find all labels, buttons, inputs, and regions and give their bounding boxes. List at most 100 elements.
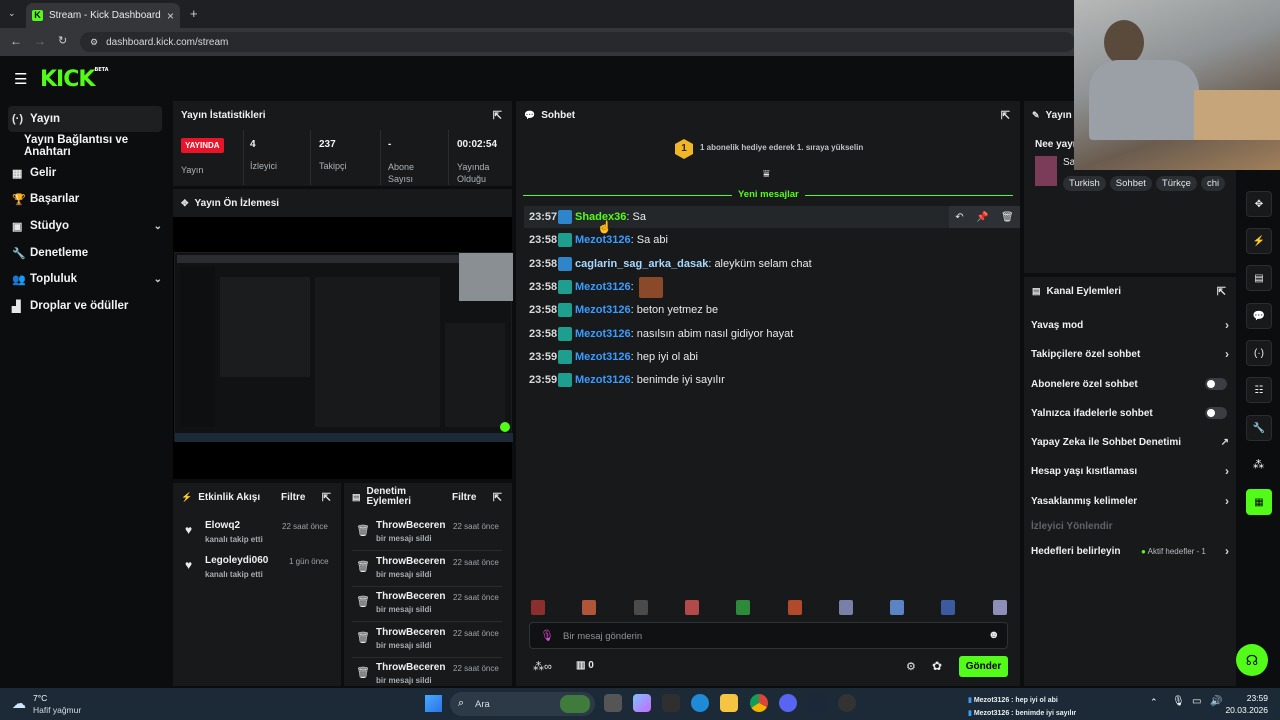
back-icon[interactable]: ← <box>10 34 22 48</box>
chatter-avatar[interactable] <box>531 600 545 615</box>
moderator-name[interactable]: ThrowBeceren <box>376 556 445 567</box>
store-app-icon[interactable] <box>662 694 680 712</box>
tab-close-icon[interactable]: × <box>167 9 174 23</box>
taskbar-search[interactable]: ⌕ Ara <box>450 692 595 716</box>
moderator-name[interactable]: ThrowBeceren <box>376 591 445 602</box>
popout-icon[interactable]: ⇱ <box>1217 285 1226 298</box>
kick-logo[interactable]: KICKBETA <box>40 67 109 92</box>
banned-words-row[interactable]: Yasaklanmış kelimeler › <box>1031 492 1231 510</box>
tag[interactable]: Türkçe <box>1155 176 1197 191</box>
document-icon[interactable]: ▤ <box>1246 265 1272 291</box>
obs-icon[interactable] <box>838 694 856 712</box>
message-username[interactable]: Mezot3126 <box>575 281 631 293</box>
sidebar-item-topluluk[interactable]: 👥 Topluluk ⌄ <box>8 266 162 292</box>
weather-icon[interactable]: ☁ <box>12 695 26 712</box>
weather-temp[interactable]: 7°C <box>33 693 47 703</box>
chat-message[interactable]: 23:58 Mezot3126 : beton yetmez be <box>529 301 718 319</box>
browser-tab[interactable]: K Stream - Kick Dashboard × <box>26 3 180 28</box>
tag[interactable]: Turkish <box>1063 176 1106 191</box>
clock-time[interactable]: 23:59 <box>1228 693 1268 703</box>
network-icon[interactable]: ▭ <box>1192 696 1201 707</box>
filter-button[interactable]: Filtre <box>281 492 305 503</box>
steam-icon[interactable] <box>808 694 826 712</box>
sidebar-item-studyo[interactable]: ▣ Stüdyo ⌄ <box>8 213 162 239</box>
more-apps-icon[interactable]: ⁂ <box>1253 458 1264 471</box>
chat-input[interactable]: 🎙 Bir mesaj gönderin ☻ <box>529 622 1008 649</box>
chrome-icon[interactable] <box>750 694 768 712</box>
support-icon[interactable]: ☊ <box>1236 644 1268 676</box>
emote-picker-icon[interactable]: ✿ <box>932 659 942 673</box>
followers-only-row[interactable]: Takipçilere özel sohbet › <box>1031 345 1231 363</box>
edge-icon[interactable] <box>691 694 709 712</box>
broadcast-icon[interactable]: (·) <box>1246 340 1272 366</box>
moderator-name[interactable]: ThrowBeceren <box>376 662 445 673</box>
chatter-avatar[interactable] <box>838 600 853 615</box>
microphone-icon[interactable]: 🎙 <box>540 629 554 642</box>
windows-start-icon[interactable] <box>425 695 442 712</box>
add-widget-icon[interactable]: ▦ <box>1246 489 1272 515</box>
chat-message[interactable]: 23:58 Mezot3126 : <box>529 278 634 296</box>
chat-message[interactable]: 23:57 Shadex36 : Sa <box>529 208 646 226</box>
trash-icon[interactable]: 🗑 <box>1001 212 1014 223</box>
activity-user[interactable]: Legoleydi060 <box>205 555 268 566</box>
stats-icon[interactable]: ☷ <box>1246 377 1272 403</box>
account-age-row[interactable]: Hesap yaşı kısıtlaması › <box>1031 462 1231 480</box>
subscribers-only-toggle[interactable] <box>1205 378 1227 390</box>
sidebar-item-gelir[interactable]: ▦ Gelir <box>8 160 162 186</box>
sidebar-item-droplar[interactable]: ▟ Droplar ve ödüller <box>8 293 162 319</box>
reply-icon[interactable]: ↶ <box>955 212 963 223</box>
chatter-avatar[interactable] <box>941 600 956 615</box>
menu-icon[interactable]: ☰ <box>14 70 27 88</box>
weather-desc[interactable]: Hafif yağmur <box>33 705 81 715</box>
sidebar-item-stream-key[interactable]: Yayın Bağlantısı ve Anahtarı <box>20 133 172 159</box>
chat-settings-icon[interactable]: ⚙ <box>906 660 916 673</box>
popout-icon[interactable]: ⇱ <box>322 491 331 504</box>
chat-message[interactable]: 23:58 caglarin_sag_arka_dasak : aleyküm … <box>529 255 812 273</box>
infinity-icon[interactable]: ⁂∞ <box>533 660 552 673</box>
tab-list-icon[interactable]: ⌄ <box>8 8 16 19</box>
sidebar-item-basarilar[interactable]: 🏆 Başarılar <box>8 186 162 212</box>
filter-button[interactable]: Filtre <box>452 492 476 503</box>
chatter-avatar[interactable] <box>736 600 751 615</box>
popout-icon[interactable]: ⇱ <box>493 109 502 122</box>
chatter-avatar[interactable] <box>633 600 648 615</box>
emoji-icon[interactable]: ☻ <box>988 629 1000 641</box>
chatter-avatar[interactable] <box>890 600 905 615</box>
chat-bubble-icon[interactable]: 💬 <box>1246 303 1272 329</box>
points-display[interactable]: ▥ 0 <box>576 660 594 671</box>
sidebar-item-yayin[interactable]: (·) Yayın <box>8 106 162 132</box>
mic-tray-icon[interactable]: 🎙 <box>1172 696 1185 707</box>
message-username[interactable]: Mezot3126 <box>575 304 631 316</box>
tag[interactable]: chi <box>1200 176 1226 191</box>
discord-icon[interactable] <box>779 694 797 712</box>
chatter-avatar[interactable] <box>582 600 597 615</box>
file-explorer-icon[interactable] <box>720 694 738 712</box>
chatter-avatar[interactable] <box>992 600 1007 615</box>
copilot-icon[interactable] <box>633 694 651 712</box>
message-username[interactable]: caglarin_sag_arka_dasak <box>575 258 708 270</box>
message-username[interactable]: Mezot3126 <box>575 234 631 246</box>
clock-date[interactable]: 20.03.2026 <box>1218 705 1268 715</box>
stream-preview-video[interactable] <box>174 252 513 442</box>
emote-only-toggle[interactable] <box>1205 407 1227 419</box>
chat-message[interactable]: 23:59 Mezot3126 : benimde iyi sayılır <box>529 371 725 389</box>
chat-message[interactable]: 23:58 Mezot3126 : nasılsın abim nasıl gi… <box>529 325 793 343</box>
goals-row[interactable]: Hedefleri belirleyin ● Aktif hedefler - … <box>1031 542 1231 560</box>
popout-icon[interactable]: ⇱ <box>1001 109 1010 122</box>
chat-message[interactable]: 23:59 Mezot3126 : hep iyi ol abi <box>529 348 698 366</box>
chatter-avatar[interactable] <box>787 600 802 615</box>
gift-banner-text[interactable]: 1 abonelik hediye ederek 1. sıraya yükse… <box>700 143 863 152</box>
slow-mode-row[interactable]: Yavaş mod › <box>1031 316 1231 334</box>
bolt-icon[interactable]: ⚡ <box>1246 228 1272 254</box>
message-username[interactable]: Mezot3126 <box>575 328 631 340</box>
preview-icon[interactable]: ✥ <box>1246 191 1272 217</box>
chatter-avatar[interactable] <box>684 600 699 615</box>
sidebar-item-denetleme[interactable]: 🔧 Denetleme <box>8 240 162 266</box>
ai-moderation-row[interactable]: Yapay Zeka ile Sohbet Denetimi ↗ <box>1031 433 1231 451</box>
moderator-name[interactable]: ThrowBeceren <box>376 627 445 638</box>
tag[interactable]: Sohbet <box>1109 176 1152 191</box>
site-info-icon[interactable]: ⚙ <box>90 37 98 48</box>
moderator-name[interactable]: ThrowBeceren <box>376 520 445 531</box>
popout-icon[interactable]: ⇱ <box>493 491 502 504</box>
pinned-toggle-icon[interactable]: ⩸ <box>763 168 770 181</box>
